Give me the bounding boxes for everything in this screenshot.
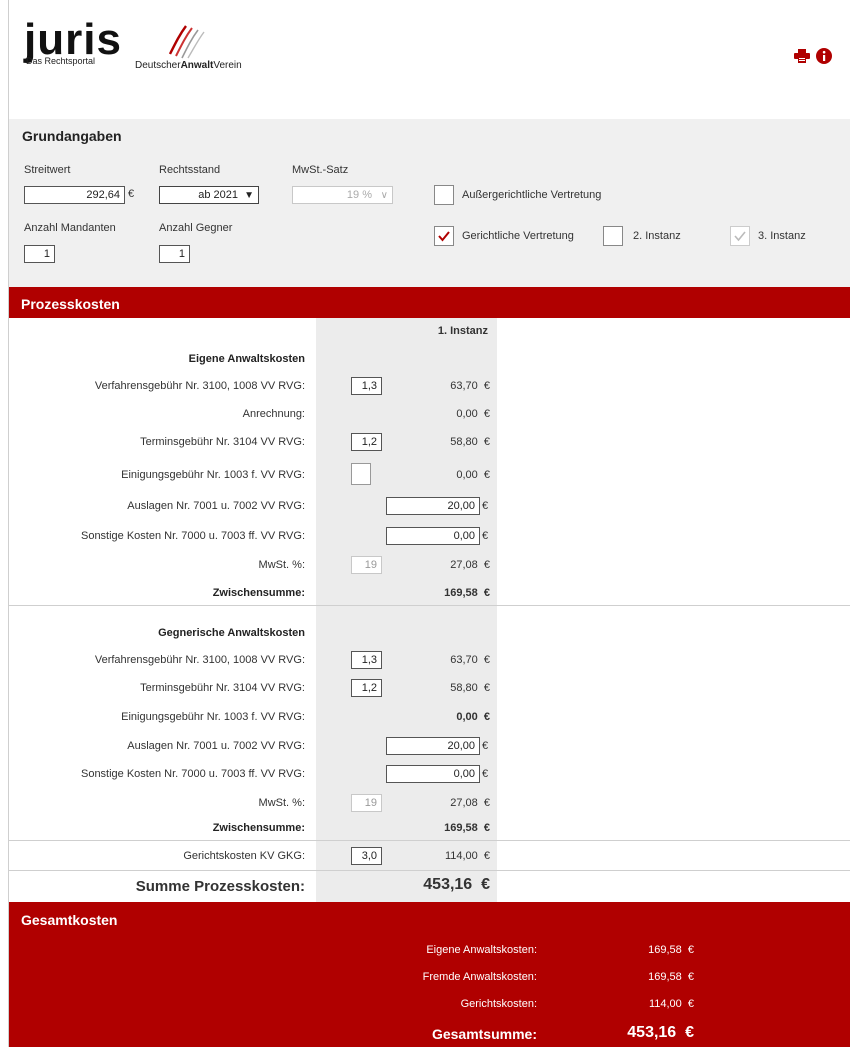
rechtsstand-value: ab 2021 (198, 189, 238, 201)
eigene-subtotal-value: 169,58 € (444, 587, 490, 599)
eigene-row-currency: € (482, 530, 489, 542)
instanz2-label: 2. Instanz (633, 230, 681, 242)
gegner-row-label: MwSt. %: (258, 797, 305, 809)
gerichtskosten-factor[interactable]: 3,0 (351, 847, 382, 865)
gegner-heading: Gegnerische Anwaltskosten (158, 627, 305, 639)
gegner-row-label: Auslagen Nr. 7001 u. 7002 VV RVG: (127, 740, 305, 752)
print-icon[interactable] (794, 49, 810, 63)
summe-prozesskosten-label: Summe Prozesskosten: (135, 878, 305, 895)
eigene-row-value: 0,00 € (456, 408, 490, 420)
eigene-row-amount-input[interactable]: 0,00 (386, 527, 480, 545)
aussergerichtlich-checkbox[interactable] (434, 185, 454, 205)
mandanten-label: Anzahl Mandanten (24, 222, 116, 234)
divider (9, 840, 850, 841)
streitwert-input[interactable]: 292,64 (24, 186, 125, 204)
grundangaben-title: Grundangaben (22, 128, 122, 144)
gerichtlich-label: Gerichtliche Vertretung (462, 230, 574, 242)
gesamt-row-value: 114,00 € (648, 998, 694, 1010)
mwst-satz-label: MwSt.-Satz (292, 164, 349, 176)
gegner-row-value: 58,80 € (450, 682, 490, 694)
eigene-row-value: 63,70 € (450, 380, 490, 392)
gesamtkosten-title: Gesamtkosten (21, 912, 118, 928)
gesamt-row-value: 169,58 € (648, 971, 694, 983)
mwst-satz-value: 19 % (346, 189, 372, 201)
eigene-row-factor-input[interactable] (351, 463, 371, 485)
eigene-row-value: 0,00 € (456, 469, 490, 481)
gerichtskosten-value: 114,00 € (444, 850, 490, 862)
prozesskosten-title: Prozesskosten (21, 296, 120, 312)
rechtsstand-select[interactable]: ab 2021 ▼ (159, 186, 259, 204)
gegner-row-value: 27,08 € (450, 797, 490, 809)
gegner-row-factor-input[interactable]: 19 (351, 794, 382, 812)
gesamtsumme-label: Gesamtsumme: (431, 1026, 537, 1042)
dav-logo-icon (168, 25, 205, 59)
juris-subtitle: Das Rechtsportal (26, 56, 96, 66)
eigene-subtotal-label: Zwischensumme: (212, 587, 305, 599)
grundangaben-panel (9, 119, 850, 287)
instanz1-column (316, 318, 497, 902)
eigene-row-currency: € (482, 500, 489, 512)
gegner-subtotal-value: 169,58 € (444, 822, 490, 834)
chevron-down-icon: ▼ (244, 190, 254, 201)
eigene-row-label: Terminsgebühr Nr. 3104 VV RVG: (140, 436, 305, 448)
gegner-row-value: 0,00 € (456, 711, 490, 723)
divider (9, 870, 850, 871)
gegner-row-currency: € (482, 740, 489, 752)
eigene-row-label: Sonstige Kosten Nr. 7000 u. 7003 ff. VV … (80, 530, 305, 542)
gegner-row-factor-input[interactable]: 1,2 (351, 679, 382, 697)
eigene-row-label: Verfahrensgebühr Nr. 3100, 1008 VV RVG: (94, 380, 305, 392)
gegner-row-label: Verfahrensgebühr Nr. 3100, 1008 VV RVG: (94, 654, 305, 666)
gegner-row-label: Sonstige Kosten Nr. 7000 u. 7003 ff. VV … (80, 768, 305, 780)
gesamt-row-value: 169,58 € (648, 944, 694, 956)
info-icon[interactable] (816, 48, 832, 64)
gegner-row-factor-input[interactable]: 1,3 (351, 651, 382, 669)
checkmark-icon (734, 231, 746, 242)
rechtsstand-label: Rechtsstand (159, 164, 221, 176)
eigene-row-factor-input[interactable]: 1,3 (351, 377, 382, 395)
aussergerichtlich-label: Außergerichtliche Vertretung (462, 189, 602, 201)
gegner-row-amount-input[interactable]: 0,00 (386, 765, 480, 783)
gegner-row-value: 63,70 € (450, 654, 490, 666)
gerichtskosten-label: Gerichtskosten KV GKG: (183, 850, 305, 862)
gegner-row-currency: € (482, 768, 489, 780)
summe-prozesskosten-value: 453,16 € (423, 876, 490, 893)
gerichtlich-checkbox[interactable] (434, 226, 454, 246)
instanz3-label: 3. Instanz (758, 230, 806, 242)
eigene-heading: Eigene Anwaltskosten (188, 353, 305, 365)
eigene-row-factor-input[interactable]: 19 (351, 556, 382, 574)
gesamt-row-label: Fremde Anwaltskosten: (422, 971, 537, 983)
gegner-row-amount-input[interactable]: 20,00 (386, 737, 480, 755)
prozesskosten-bar: Prozesskosten (9, 287, 850, 318)
eigene-row-amount-input[interactable]: 20,00 (386, 497, 480, 515)
gegner-label: Anzahl Gegner (159, 222, 233, 234)
instanz3-checkbox[interactable] (730, 226, 750, 246)
dav-logo-text: DeutscherAnwaltVerein (135, 60, 242, 71)
divider (9, 605, 850, 606)
juris-logo: juris (24, 15, 122, 64)
chevron-down-icon: ∨ (380, 190, 388, 201)
eigene-row-label: Auslagen Nr. 7001 u. 7002 VV RVG: (127, 500, 305, 512)
gesamt-row-label: Eigene Anwaltskosten: (426, 944, 537, 956)
eigene-row-value: 58,80 € (450, 436, 490, 448)
mandanten-input[interactable]: 1 (24, 245, 55, 263)
eigene-row-factor-input[interactable]: 1,2 (351, 433, 382, 451)
eigene-row-label: MwSt. %: (258, 559, 305, 571)
streitwert-unit: € (128, 188, 135, 200)
streitwert-label: Streitwert (24, 164, 71, 176)
eigene-row-value: 27,08 € (450, 559, 490, 571)
gesamt-row-label: Gerichtskosten: (460, 998, 537, 1010)
col-header-instanz1: 1. Instanz (437, 325, 488, 337)
mwst-satz-select[interactable]: 19 % ∨ (292, 186, 393, 204)
instanz2-checkbox[interactable] (603, 226, 623, 246)
gegner-row-label: Einigungsgebühr Nr. 1003 f. VV RVG: (121, 711, 305, 723)
gesamtsumme-value: 453,16 € (627, 1024, 694, 1041)
gegner-row-label: Terminsgebühr Nr. 3104 VV RVG: (140, 682, 305, 694)
gegner-input[interactable]: 1 (159, 245, 190, 263)
eigene-row-label: Anrechnung: (242, 408, 305, 420)
gegner-subtotal-label: Zwischensumme: (212, 822, 305, 834)
toolbar-icons (794, 48, 832, 64)
checkmark-icon (438, 231, 450, 242)
eigene-row-label: Einigungsgebühr Nr. 1003 f. VV RVG: (121, 469, 305, 481)
